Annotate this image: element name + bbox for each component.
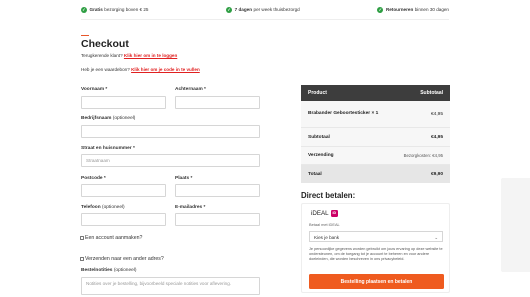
notice-text: Terugkerende klant? — [81, 53, 123, 58]
company-input[interactable] — [81, 125, 260, 138]
usp-delivery-days: ✓ 7 dagen per week thuisbezorgd — [226, 6, 300, 13]
notes-label: Bestelnotities (optioneel) — [81, 268, 136, 273]
street-label: Straat en huisnummer * — [81, 146, 135, 151]
shipping-label: Verzending — [308, 153, 334, 158]
first-name-label: Voornaam * — [81, 87, 108, 92]
summary-subtotal-row: Subtotaal €4,95 — [301, 128, 450, 147]
ideal-description: Betaal met iDEAL — [309, 222, 340, 227]
product-name: Brabander Geboortesticker × 1 — [308, 110, 378, 118]
page-title: Checkout — [81, 38, 129, 50]
ship-different-checkbox[interactable] — [80, 257, 84, 261]
usp-text: per week thuisbezorgd — [253, 7, 300, 12]
place-order-button[interactable]: Bestelling plaatsen en betalen — [309, 274, 444, 289]
product-name-text: Brabander Geboortesticker — [308, 111, 371, 117]
usp-bold: 7 dagen — [234, 7, 253, 12]
payment-title: Direct betalen: — [301, 191, 356, 200]
usp-returns: ✓ Retourneren binnen 30 dagen — [377, 6, 449, 13]
postcode-input[interactable] — [81, 184, 166, 197]
company-label: Bedrijfsnaam (optioneel) — [81, 116, 135, 121]
usp-text: bezorging boven € 25 — [104, 7, 149, 12]
phone-label-text: Telefoon — [81, 205, 101, 210]
first-name-input[interactable] — [81, 96, 166, 109]
subtotal-label: Subtotaal — [308, 134, 330, 140]
last-name-label: Achternaam * — [175, 87, 206, 92]
summary-product-row: Brabander Geboortesticker × 1 €4,95 — [301, 101, 450, 128]
ship-different-option[interactable]: Verzenden naar een ander adres? — [80, 256, 164, 262]
check-icon: ✓ — [377, 6, 384, 13]
subtotal-column-header: Subtotaal — [420, 90, 443, 96]
login-link[interactable]: Klik hier om in te loggen — [124, 53, 177, 58]
optional-tag: (optioneel) — [113, 268, 137, 273]
usp-text: binnen 30 dagen — [414, 7, 449, 12]
coupon-link[interactable]: Klik hier om je code in te vullen — [131, 67, 200, 72]
subtotal-value: €4,95 — [430, 134, 443, 140]
email-input[interactable] — [175, 213, 260, 226]
ideal-method[interactable]: iDEAL iD — [311, 210, 339, 217]
last-name-input[interactable] — [175, 96, 260, 109]
usp-bold: Gratis — [89, 7, 103, 12]
check-icon: ✓ — [81, 6, 87, 13]
total-value: €9,90 — [430, 171, 443, 177]
notice-text: Heb je een waardebon? — [81, 67, 130, 72]
optional-tag: (optioneel) — [112, 116, 136, 121]
shipping-value: Bezorgkosten: €4,95 — [403, 153, 443, 158]
summary-header: Product Subtotaal — [301, 85, 450, 101]
returning-customer-notice: Terugkerende klant? Klik hier om in te l… — [81, 53, 177, 58]
phone-input[interactable] — [81, 213, 166, 226]
summary-total-row: Totaal €9,90 — [301, 165, 450, 183]
bank-select-value: Kies je bank — [314, 234, 340, 240]
email-label: E-mailadres * — [175, 205, 206, 210]
coupon-notice: Heb je een waardebon? Klik hier om je co… — [81, 67, 200, 72]
usp-bar: ✓ Gratis bezorging boven € 25 ✓ 7 dagen … — [81, 0, 449, 20]
ship-different-label: Verzenden naar een ander adres? — [85, 256, 164, 262]
payment-box: iDEAL iD Betaal met iDEAL Kies je bank ⌄… — [301, 203, 450, 293]
order-summary-table: Product Subtotaal Brabander Geboortestic… — [301, 85, 450, 183]
city-input[interactable] — [175, 184, 260, 197]
summary-shipping-row: Verzending Bezorgkosten: €4,95 — [301, 147, 450, 165]
product-quantity: × 1 — [371, 111, 379, 117]
phone-label: Telefoon (optioneel) — [81, 205, 125, 210]
street-input[interactable]: Straatnaam — [81, 154, 260, 167]
optional-tag: (optioneel) — [101, 205, 125, 210]
usp-bold: Retourneren — [385, 7, 414, 12]
product-column-header: Product — [308, 90, 327, 96]
usp-free-shipping: ✓ Gratis bezorging boven € 25 — [81, 6, 149, 13]
side-feedback-tab[interactable] — [501, 178, 530, 272]
city-label: Plaats * — [175, 176, 193, 181]
chevron-down-icon: ⌄ — [434, 234, 438, 240]
product-price: €4,95 — [430, 111, 443, 117]
postcode-label: Postcode * — [81, 176, 106, 181]
privacy-notice: Je persoonlijke gegevens worden gebruikt… — [309, 247, 443, 261]
title-accent-line — [81, 35, 89, 37]
ideal-logo-icon: iD — [330, 210, 339, 217]
order-notes-textarea[interactable]: Notities over je bestelling, bijvoorbeel… — [81, 277, 260, 295]
create-account-checkbox[interactable] — [80, 236, 84, 240]
ideal-label: iDEAL — [311, 210, 329, 217]
create-account-label: Een account aanmaken? — [85, 235, 143, 241]
create-account-option[interactable]: Een account aanmaken? — [80, 235, 142, 241]
company-label-text: Bedrijfsnaam — [81, 116, 112, 121]
bank-select[interactable]: Kies je bank ⌄ — [309, 231, 443, 242]
total-label: Totaal — [308, 171, 322, 177]
check-icon: ✓ — [226, 6, 233, 13]
notes-label-text: Bestelnotities — [81, 268, 113, 273]
